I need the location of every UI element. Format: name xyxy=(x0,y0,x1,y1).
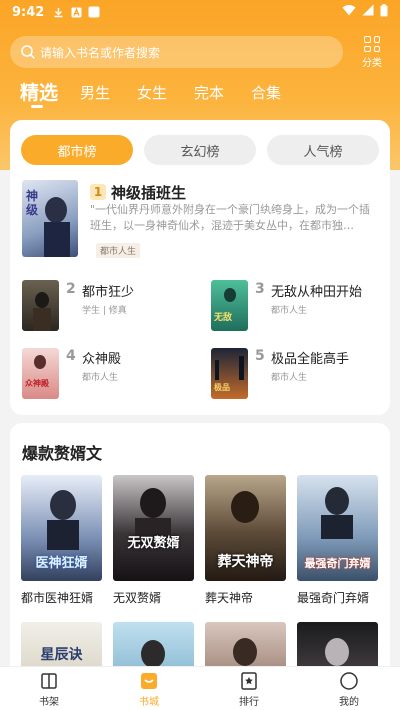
svg-text:众神殿: 众神殿 xyxy=(25,378,50,388)
book-title[interactable]: 无敌从种田开始 xyxy=(271,281,362,300)
svg-text:神: 神 xyxy=(26,188,38,203)
cover-title: 葬天神帝 xyxy=(217,554,274,570)
book-title[interactable]: 都市狂少 xyxy=(82,281,134,300)
book-cover[interactable]: 无双赘婿 xyxy=(113,475,194,581)
store-icon xyxy=(139,671,159,691)
book-title[interactable]: 都市医神狂婿 xyxy=(21,589,93,606)
rank-number: 2 xyxy=(66,281,76,297)
book-cover[interactable]: 无敌 xyxy=(211,280,248,331)
rank-number: 4 xyxy=(66,348,76,364)
book-tag: 都市人生 xyxy=(96,243,141,258)
nav-ranking[interactable]: 排行 xyxy=(219,671,279,708)
notification-a-icon xyxy=(70,6,82,18)
svg-text:极品: 极品 xyxy=(214,382,230,392)
cover-title: 医神狂婿 xyxy=(35,556,88,571)
tab-collections[interactable]: 合集 xyxy=(251,82,281,103)
ranking-icon xyxy=(239,671,259,691)
nav-bookstore[interactable]: 书城 xyxy=(119,671,179,708)
nav-label: 书架 xyxy=(39,697,59,708)
status-bar: 9:42 xyxy=(0,0,400,24)
download-icon xyxy=(52,6,64,18)
book-subtitle: 都市人生 xyxy=(271,373,308,383)
nav-label: 排行 xyxy=(239,697,259,708)
nav-label: 书城 xyxy=(139,697,159,708)
nav-profile[interactable]: 我的 xyxy=(319,671,379,708)
app-notification-icon xyxy=(88,6,100,18)
svg-text:无敌: 无敌 xyxy=(213,311,232,323)
book-description: "一代仙界丹师意外附身在一个豪门纨绔身上，成为一个插班生，以一身神奇仙术，混迹于… xyxy=(90,203,371,232)
book-title[interactable]: 无双赘婿 xyxy=(113,589,161,606)
battery-icon xyxy=(380,3,388,21)
svg-text:级: 级 xyxy=(26,202,38,217)
section-title: 爆款赘婿文 xyxy=(22,444,103,463)
cover-title: 无双赘婿 xyxy=(127,536,180,551)
tab-female[interactable]: 女生 xyxy=(137,82,167,103)
book-cover[interactable]: 最强奇门弃婿 xyxy=(297,475,378,581)
book-cover[interactable]: 极品 xyxy=(211,348,248,399)
tab-featured[interactable]: 精选 xyxy=(20,78,58,105)
search-input[interactable]: 请输入书名或作者搜索 xyxy=(10,36,343,68)
search-placeholder: 请输入书名或作者搜索 xyxy=(40,45,161,60)
category-button[interactable]: 分类 xyxy=(356,34,388,70)
book-title[interactable]: 极品全能高手 xyxy=(271,348,349,367)
book-cover[interactable]: 葬天神帝 xyxy=(205,475,286,581)
ranking-tabs: 都市榜 玄幻榜 人气榜 xyxy=(21,135,379,165)
nav-label: 我的 xyxy=(339,697,359,708)
book-cover[interactable] xyxy=(22,280,59,331)
book-subtitle: 学生 | 修真 xyxy=(82,306,127,316)
nav-bookshelf[interactable]: 书架 xyxy=(19,671,79,708)
book-title[interactable]: 众神殿 xyxy=(82,348,121,367)
search-icon xyxy=(20,44,36,60)
cellular-signal-icon xyxy=(362,4,374,20)
book-title[interactable]: 最强奇门弃婿 xyxy=(297,589,369,606)
book-cover[interactable]: 神 级 xyxy=(22,180,78,257)
cover-title: 最强奇门弃婿 xyxy=(304,557,371,570)
channel-tabs: 精选 男生 女生 完本 合集 xyxy=(0,78,400,112)
book-subtitle: 都市人生 xyxy=(271,306,308,316)
grid-icon xyxy=(364,36,380,52)
wifi-icon xyxy=(342,4,356,20)
section-card: 爆款赘婿文 医神狂婿 无双赘婿 葬天神帝 最强奇门弃婿 都市医神狂婿 无双赘婿 … xyxy=(10,423,390,683)
ranking-card: 都市榜 玄幻榜 人气榜 神 级 1 神级插班生 "一代仙界丹师意外附身在一个豪门… xyxy=(10,120,390,415)
profile-icon xyxy=(339,671,359,691)
cover-title: 星辰诀 xyxy=(40,647,83,663)
rank-tab-popular[interactable]: 人气榜 xyxy=(267,135,379,165)
status-time: 9:42 xyxy=(12,4,45,20)
tab-male[interactable]: 男生 xyxy=(80,82,110,103)
book-title[interactable]: 葬天神帝 xyxy=(205,589,253,606)
tab-completed[interactable]: 完本 xyxy=(194,82,224,103)
bottom-navigation: 书架 书城 排行 我的 xyxy=(0,666,400,710)
rank-badge-first: 1 xyxy=(90,184,106,200)
book-icon xyxy=(39,671,59,691)
rank-number: 5 xyxy=(255,348,265,364)
book-title[interactable]: 神级插班生 xyxy=(111,182,186,203)
rank-number: 3 xyxy=(255,281,265,297)
book-subtitle: 都市人生 xyxy=(82,373,119,383)
rank-tab-fantasy[interactable]: 玄幻榜 xyxy=(144,135,256,165)
category-label: 分类 xyxy=(362,58,382,69)
active-tab-indicator xyxy=(31,105,43,108)
rank-tab-urban[interactable]: 都市榜 xyxy=(21,135,133,165)
book-cover[interactable]: 众神殿 xyxy=(22,348,59,399)
book-cover[interactable]: 医神狂婿 xyxy=(21,475,102,581)
